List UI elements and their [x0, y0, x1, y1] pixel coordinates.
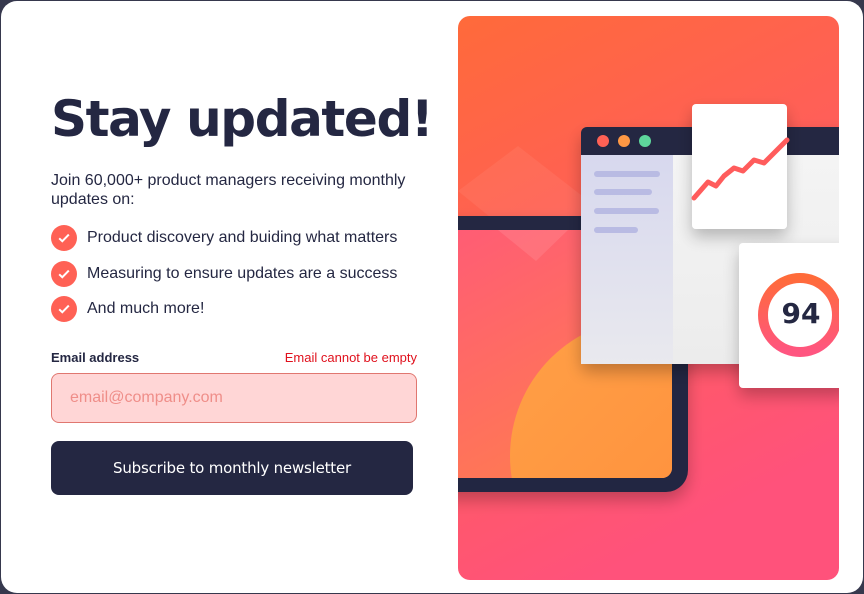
email-label-row: Email address Email cannot be empty [51, 347, 417, 367]
subscribe-button[interactable]: Subscribe to monthly newsletter [51, 441, 413, 495]
check-circle-icon [51, 296, 77, 322]
email-label: Email address [51, 349, 140, 365]
page-title: Stay updated! [51, 90, 434, 148]
signup-card: Stay updated! Join 60,000+ product manag… [1, 1, 863, 593]
window-maximize-dot [639, 135, 651, 147]
list-item: And much more! [51, 296, 397, 322]
feature-text: And much more! [87, 300, 205, 317]
intro-text: Join 60,000+ product managers receiving … [51, 172, 406, 208]
feature-text: Product discovery and buiding what matte… [87, 229, 398, 246]
score-value: 94 [781, 297, 821, 330]
check-circle-icon [51, 225, 77, 251]
feature-text: Measuring to ensure updates are a succes… [87, 264, 398, 282]
signup-panel: Stay updated! Join 60,000+ product manag… [51, 1, 434, 593]
email-error-message: Email cannot be empty [284, 349, 417, 365]
list-item: Measuring to ensure updates are a succes… [51, 260, 398, 287]
window-minimize-dot [618, 135, 630, 147]
list-item: Product discovery and buiding what matte… [51, 225, 397, 251]
email-field[interactable] [51, 373, 417, 423]
check-circle-icon [51, 260, 77, 287]
feature-list: Product discovery and buiding what matte… [51, 225, 397, 332]
hero-illustration: 94 [458, 16, 839, 580]
window-close-dot [597, 135, 609, 147]
